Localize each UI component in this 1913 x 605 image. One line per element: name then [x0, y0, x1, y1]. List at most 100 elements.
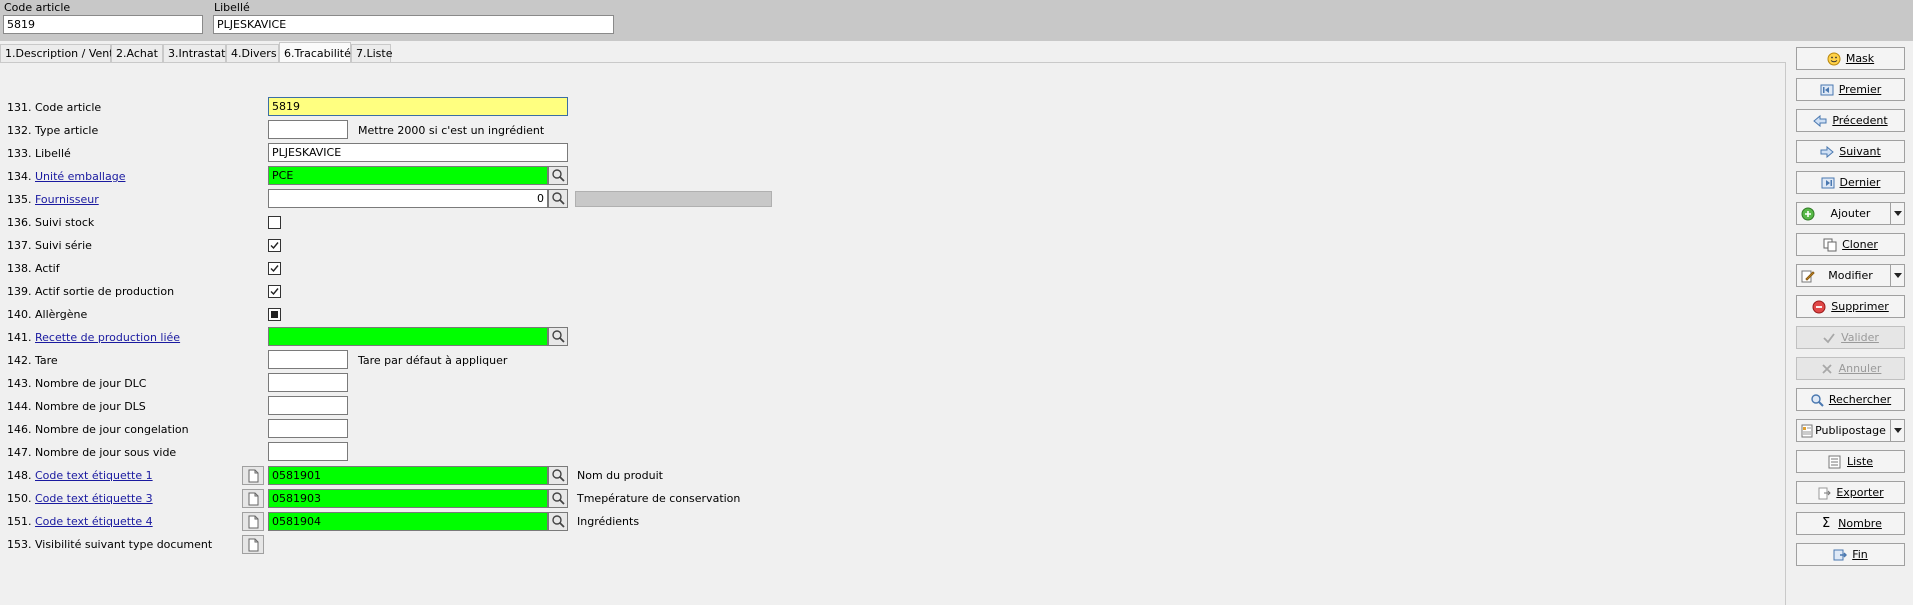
tab-description-vente[interactable]: 1.Description / Vente: [0, 44, 120, 63]
etiquette-1-input[interactable]: 0581901: [268, 466, 548, 485]
code-article-input[interactable]: 5819: [268, 97, 568, 116]
allergene-checkbox[interactable]: [268, 308, 281, 321]
annuler-button[interactable]: Annuler: [1796, 357, 1905, 380]
nombre-button[interactable]: Σ Nombre: [1796, 512, 1905, 535]
recette-production-link[interactable]: Recette de production liée: [35, 331, 180, 344]
fournisseur-search-button[interactable]: [548, 189, 568, 208]
visibilite-doc-button[interactable]: [242, 535, 264, 554]
etiquette-3-description: Tmepérature de conservation: [577, 492, 741, 505]
tab-liste[interactable]: 7.Liste: [351, 44, 393, 63]
publipostage-button[interactable]: Publipostage: [1796, 419, 1905, 442]
code-article-label: Code article: [4, 1, 71, 14]
document-icon: [248, 538, 259, 552]
etiquette-1-doc-button[interactable]: [242, 466, 264, 485]
etiquette-3-search-button[interactable]: [548, 489, 568, 508]
jour-dls-label: 144. Nombre de jour DLS: [7, 400, 146, 413]
export-icon: [1818, 487, 1832, 499]
dernier-button[interactable]: Dernier: [1796, 171, 1905, 194]
visibilite-type-document-label: 153. Visibilité suivant type document: [7, 538, 213, 551]
type-article-input[interactable]: [268, 120, 348, 139]
supprimer-button[interactable]: Supprimer: [1796, 295, 1905, 318]
unite-emballage-input[interactable]: PCE: [268, 166, 548, 185]
type-article-label: 132. Type article: [7, 124, 99, 137]
publipostage-dropdown-arrow[interactable]: [1890, 420, 1904, 441]
liste-button[interactable]: Liste: [1796, 450, 1905, 473]
ajouter-button[interactable]: Ajouter: [1796, 202, 1905, 225]
suivant-button[interactable]: Suivant: [1796, 140, 1905, 163]
modifier-button[interactable]: Modifier: [1796, 264, 1905, 287]
etiquette-1-label: 148. Code text étiquette 1: [7, 469, 153, 482]
jour-sous-vide-input[interactable]: [268, 442, 348, 461]
checkmark-icon: [1823, 332, 1835, 343]
suivi-serie-label: 137. Suivi série: [7, 239, 92, 252]
smiley-icon: [1827, 52, 1841, 65]
valider-button[interactable]: Valider: [1796, 326, 1905, 349]
article-header: Code article 5819 Libellé PLJESKAVICE: [0, 0, 1913, 41]
jour-congelation-input[interactable]: [268, 419, 348, 438]
rechercher-button[interactable]: Rechercher: [1796, 388, 1905, 411]
etiquette-4-input[interactable]: 0581904: [268, 512, 548, 531]
document-icon: [248, 492, 259, 506]
arrow-right-icon: [1820, 145, 1834, 158]
jour-dlc-input[interactable]: [268, 373, 348, 392]
exit-icon: [1833, 549, 1848, 560]
delete-icon: [1812, 300, 1826, 313]
etiquette-4-link[interactable]: Code text étiquette 4: [35, 515, 153, 528]
unite-emballage-label: 134. Unité emballage: [7, 170, 126, 183]
tare-hint: Tare par défaut à appliquer: [358, 354, 508, 367]
modifier-dropdown-arrow[interactable]: [1890, 265, 1904, 286]
fournisseur-input[interactable]: 0: [268, 189, 548, 208]
libelle-row-label: 133. Libellé: [7, 147, 71, 160]
etiquette-3-doc-button[interactable]: [242, 489, 264, 508]
etiquette-1-link[interactable]: Code text étiquette 1: [35, 469, 153, 482]
sigma-icon: Σ: [1822, 515, 1831, 531]
first-record-icon: [1820, 84, 1834, 95]
actif-sortie-production-checkbox[interactable]: [268, 285, 281, 298]
actif-checkbox[interactable]: [268, 262, 281, 275]
chevron-down-icon: [1893, 272, 1902, 278]
clone-icon: [1823, 238, 1837, 251]
code-article-field[interactable]: 5819: [3, 15, 203, 34]
code-article-row-label: 131. Code article: [7, 101, 102, 114]
search-icon: [552, 169, 565, 182]
recette-production-label: 141. Recette de production liée: [7, 331, 181, 344]
unite-emballage-link[interactable]: Unité emballage: [35, 170, 125, 183]
premier-button[interactable]: Premier: [1796, 78, 1905, 101]
mask-button[interactable]: Mask: [1796, 47, 1905, 70]
chevron-down-icon: [1893, 210, 1902, 216]
search-icon: [552, 330, 565, 343]
last-record-icon: [1821, 177, 1835, 188]
unite-emballage-search-button[interactable]: [548, 166, 568, 185]
ajouter-dropdown-arrow[interactable]: [1890, 203, 1904, 224]
actif-label: 138. Actif: [7, 262, 60, 275]
suivi-stock-checkbox[interactable]: [268, 216, 281, 229]
tab-tracabilite[interactable]: 6.Tracabilité: [279, 42, 351, 63]
etiquette-3-link[interactable]: Code text étiquette 3: [35, 492, 153, 505]
fin-button[interactable]: Fin: [1796, 543, 1905, 566]
etiquette-3-input[interactable]: 0581903: [268, 489, 548, 508]
tab-achat[interactable]: 2.Achat: [111, 44, 163, 63]
etiquette-1-search-button[interactable]: [548, 466, 568, 485]
fournisseur-link[interactable]: Fournisseur: [35, 193, 99, 206]
recette-production-search-button[interactable]: [548, 327, 568, 346]
search-icon: [1811, 393, 1824, 407]
etiquette-4-search-button[interactable]: [548, 512, 568, 531]
fournisseur-label: 135. Fournisseur: [7, 193, 99, 206]
jour-dls-input[interactable]: [268, 396, 348, 415]
cloner-button[interactable]: Cloner: [1796, 233, 1905, 256]
allergene-label: 140. Allèrgène: [7, 308, 88, 321]
tare-input[interactable]: [268, 350, 348, 369]
tab-intrastat[interactable]: 3.Intrastat: [163, 44, 226, 63]
etiquette-4-label: 151. Code text étiquette 4: [7, 515, 153, 528]
libelle-label: Libellé: [214, 1, 250, 14]
etiquette-4-doc-button[interactable]: [242, 512, 264, 531]
edit-icon: [1801, 270, 1815, 283]
suivi-serie-checkbox[interactable]: [268, 239, 281, 252]
libelle-input[interactable]: PLJESKAVICE: [268, 143, 568, 162]
exporter-button[interactable]: Exporter: [1796, 481, 1905, 504]
action-sidebar: Mask Premier Précedent Suivant Dernier A…: [1786, 41, 1913, 605]
precedent-button[interactable]: Précedent: [1796, 109, 1905, 132]
tab-divers[interactable]: 4.Divers: [226, 44, 279, 63]
recette-production-input[interactable]: [268, 327, 548, 346]
libelle-field[interactable]: PLJESKAVICE: [213, 15, 614, 34]
